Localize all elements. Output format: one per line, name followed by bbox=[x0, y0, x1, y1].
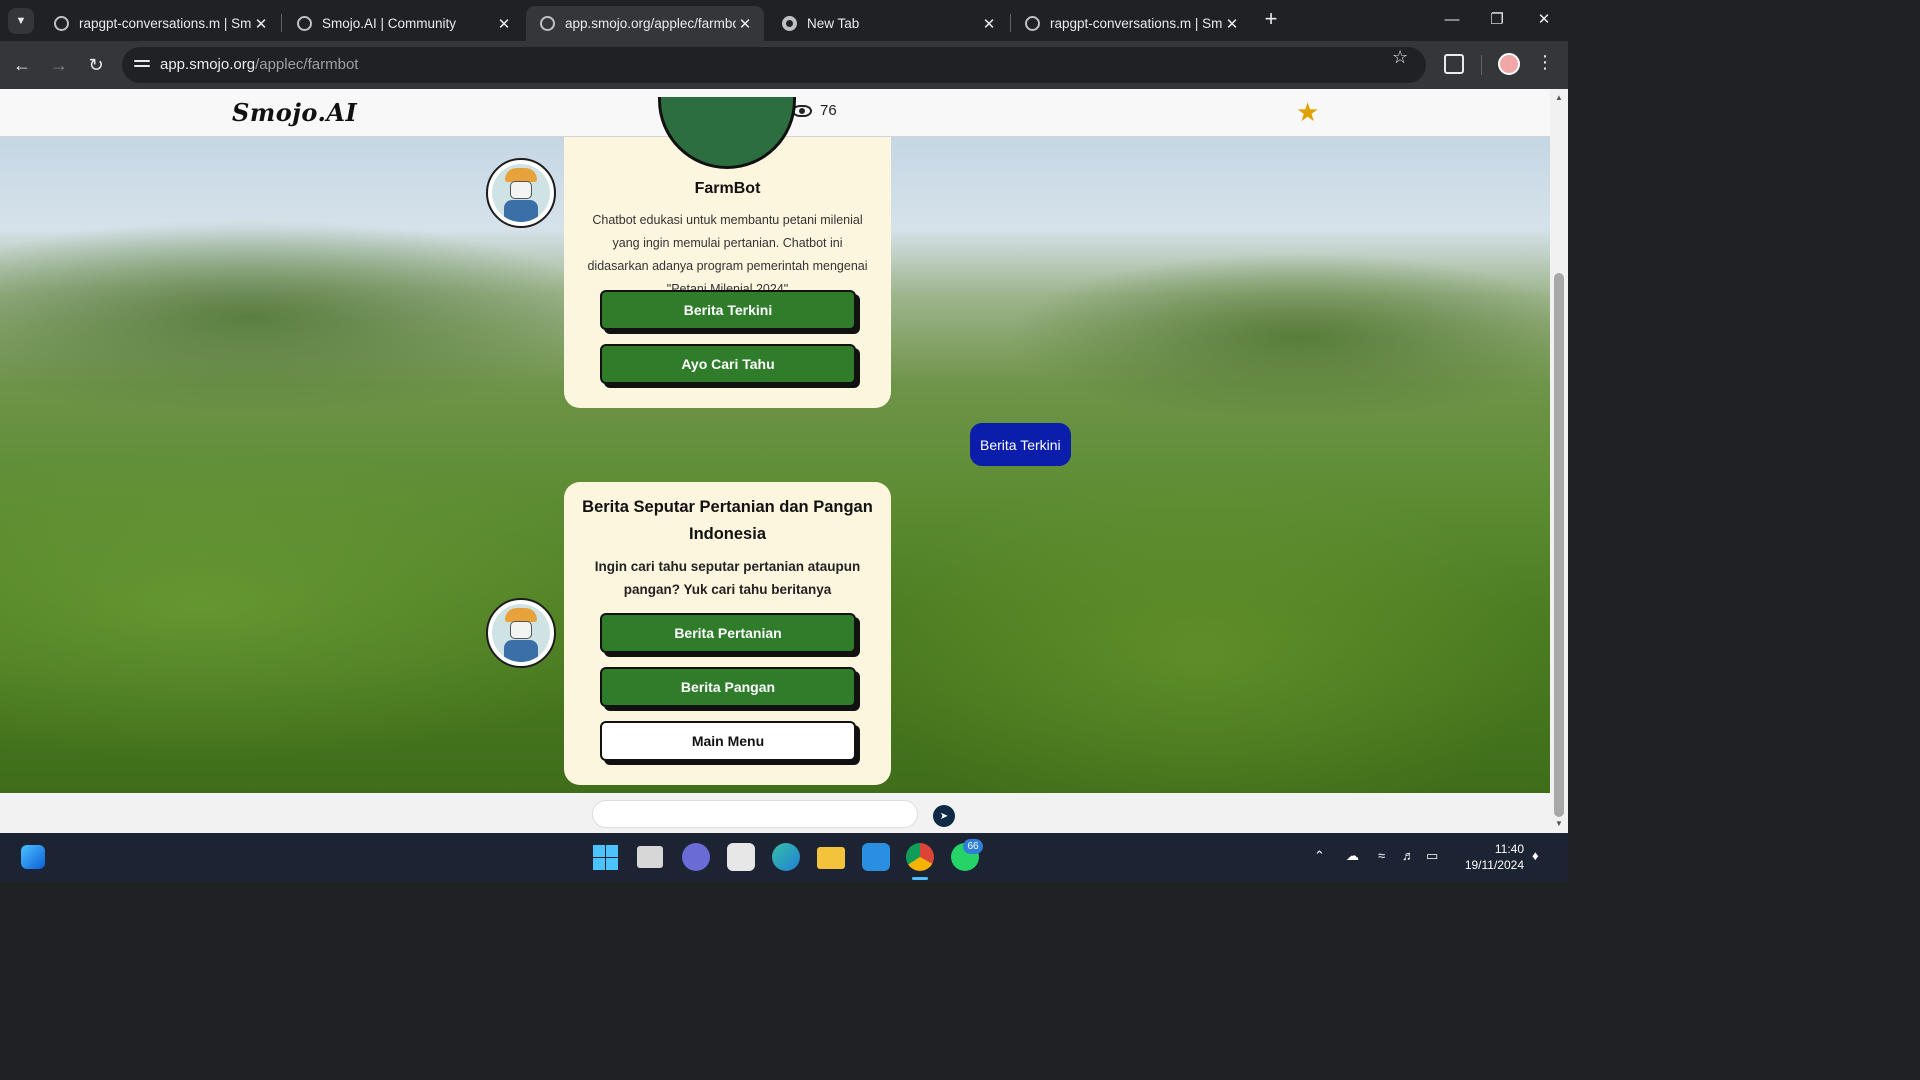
farmbot-avatar bbox=[486, 158, 556, 228]
notifications-bell-icon[interactable]: ♦ bbox=[1532, 848, 1539, 863]
reload-icon[interactable]: ↻ bbox=[82, 51, 110, 79]
edge-icon[interactable] bbox=[772, 843, 800, 871]
tab-rapgpt-1[interactable]: rapgpt-conversations.m | Smojo ✕ bbox=[40, 6, 280, 41]
globe-icon bbox=[540, 16, 555, 31]
news-card: Berita Seputar Pertanian dan Pangan Indo… bbox=[564, 482, 891, 785]
browser-tab-strip: ▼ rapgpt-conversations.m | Smojo ✕ Smojo… bbox=[0, 0, 1568, 41]
chat-input[interactable] bbox=[592, 800, 918, 828]
forward-icon[interactable]: → bbox=[45, 51, 73, 79]
windows-taskbar: 66 ⌃ ☁ ≈ ♬ ▭ 11:40 19/11/2024 ♦ bbox=[0, 833, 1568, 882]
berita-pertanian-button[interactable]: Berita Pertanian bbox=[600, 613, 856, 653]
globe-icon bbox=[1025, 16, 1040, 31]
file-explorer-icon[interactable] bbox=[817, 847, 845, 869]
bot-intro-card: FarmBot Chatbot edukasi untuk membantu p… bbox=[564, 97, 891, 408]
farmbot-avatar bbox=[486, 598, 556, 668]
chat-input-bar: ➤ bbox=[0, 793, 1550, 833]
clock-time[interactable]: 11:40 bbox=[1454, 842, 1524, 856]
bot-name: FarmBot bbox=[694, 180, 761, 197]
cloud-icon[interactable]: ☁ bbox=[1346, 848, 1359, 864]
view-counter: 76 bbox=[792, 102, 837, 119]
globe-icon bbox=[297, 16, 312, 31]
ayo-cari-tahu-button[interactable]: Ayo Cari Tahu bbox=[600, 344, 856, 384]
scroll-down-icon[interactable]: ▼ bbox=[1554, 819, 1564, 828]
teams-chat-icon[interactable] bbox=[682, 843, 710, 871]
close-window-icon[interactable]: ✕ bbox=[1529, 8, 1559, 32]
close-tab-icon[interactable]: ✕ bbox=[1223, 15, 1241, 33]
news-card-title: Berita Seputar Pertanian dan Pangan Indo… bbox=[582, 498, 873, 543]
scroll-up-icon[interactable]: ▲ bbox=[1554, 93, 1564, 102]
user-message-bubble: Berita Terkini bbox=[970, 423, 1071, 466]
close-tab-icon[interactable]: ✕ bbox=[252, 15, 270, 33]
main-menu-button[interactable]: Main Menu bbox=[600, 721, 856, 761]
farmbot-logo bbox=[658, 97, 796, 169]
favorite-star-icon[interactable]: ★ bbox=[1296, 97, 1319, 128]
volume-icon[interactable]: ♬ bbox=[1402, 848, 1415, 863]
tab-title: New Tab bbox=[807, 16, 860, 31]
browser-toolbar: ← → ↻ app.smojo.org/applec/farmbot ☆ ⋮ bbox=[0, 41, 1568, 89]
close-tab-icon[interactable]: ✕ bbox=[495, 15, 513, 33]
view-count: 76 bbox=[820, 102, 837, 119]
toolbar-divider bbox=[1481, 55, 1482, 75]
active-app-indicator bbox=[912, 877, 928, 880]
tab-title: app.smojo.org/applec/farmbot bbox=[565, 16, 736, 31]
news-card-subtitle: Ingin cari tahu seputar pertanian ataupu… bbox=[594, 559, 861, 597]
screen: ▼ rapgpt-conversations.m | Smojo ✕ Smojo… bbox=[0, 0, 1568, 882]
url-text[interactable]: app.smojo.org/applec/farmbot bbox=[160, 56, 358, 73]
scrollbar-thumb[interactable] bbox=[1554, 273, 1564, 817]
address-bar[interactable]: app.smojo.org/applec/farmbot bbox=[122, 47, 1426, 83]
extensions-icon[interactable] bbox=[1444, 54, 1464, 74]
new-tab-button[interactable]: + bbox=[1260, 8, 1282, 32]
tab-smojo-community[interactable]: Smojo.AI | Community ✕ bbox=[283, 6, 523, 41]
widgets-icon[interactable] bbox=[21, 845, 45, 869]
farmer-robot-icon bbox=[492, 604, 550, 662]
close-tab-icon[interactable]: ✕ bbox=[980, 15, 998, 33]
send-icon[interactable]: ➤ bbox=[933, 805, 955, 827]
tab-divider bbox=[281, 14, 282, 32]
tab-rapgpt-2[interactable]: rapgpt-conversations.m | Smojo ✕ bbox=[1011, 6, 1251, 41]
globe-icon bbox=[54, 16, 69, 31]
page-scrollbar[interactable]: ▲ ▼ bbox=[1550, 89, 1568, 833]
url-path: /applec/farmbot bbox=[255, 56, 359, 73]
tab-title: rapgpt-conversations.m | Smojo bbox=[79, 16, 252, 31]
notification-badge: 66 bbox=[963, 839, 983, 854]
tab-new-tab[interactable]: New Tab ✕ bbox=[768, 6, 1008, 41]
farmer-robot-icon bbox=[492, 164, 550, 222]
battery-icon[interactable]: ▭ bbox=[1426, 848, 1438, 864]
site-settings-icon[interactable] bbox=[134, 57, 150, 73]
close-tab-icon[interactable]: ✕ bbox=[736, 15, 754, 33]
tab-title: rapgpt-conversations.m | Smojo bbox=[1050, 16, 1223, 31]
tray-overflow-icon[interactable]: ⌃ bbox=[1314, 848, 1325, 864]
tab-farmbot[interactable]: app.smojo.org/applec/farmbot ✕ bbox=[526, 6, 764, 41]
wifi-icon[interactable]: ≈ bbox=[1378, 848, 1385, 863]
url-host: app.smojo.org bbox=[160, 56, 256, 73]
chrome-icon bbox=[782, 16, 797, 31]
bookmark-star-icon[interactable]: ☆ bbox=[1392, 47, 1408, 68]
bot-description: Chatbot edukasi untuk membantu petani mi… bbox=[587, 213, 868, 296]
tab-title: Smojo.AI | Community bbox=[322, 16, 457, 31]
minimize-icon[interactable]: — bbox=[1437, 8, 1467, 32]
clock-date[interactable]: 19/11/2024 bbox=[1444, 858, 1524, 872]
vscode-icon[interactable] bbox=[862, 843, 890, 871]
profile-avatar[interactable] bbox=[1498, 53, 1520, 75]
chrome-taskbar-icon[interactable] bbox=[906, 843, 934, 871]
task-view-icon[interactable] bbox=[637, 846, 663, 868]
more-menu-icon[interactable]: ⋮ bbox=[1536, 52, 1554, 73]
restore-icon[interactable]: ❐ bbox=[1482, 8, 1512, 32]
berita-pangan-button[interactable]: Berita Pangan bbox=[600, 667, 856, 707]
store-icon[interactable] bbox=[727, 843, 755, 871]
berita-terkini-button[interactable]: Berita Terkini bbox=[600, 290, 856, 330]
start-icon[interactable] bbox=[591, 843, 619, 871]
back-icon[interactable]: ← bbox=[8, 51, 36, 79]
tab-search-icon[interactable]: ▼ bbox=[8, 8, 34, 34]
smojo-logo[interactable]: Smojo.AI bbox=[232, 98, 357, 127]
page-viewport: Smojo.AI 76 ★ FarmBot Chatbot edukasi un… bbox=[0, 89, 1568, 833]
